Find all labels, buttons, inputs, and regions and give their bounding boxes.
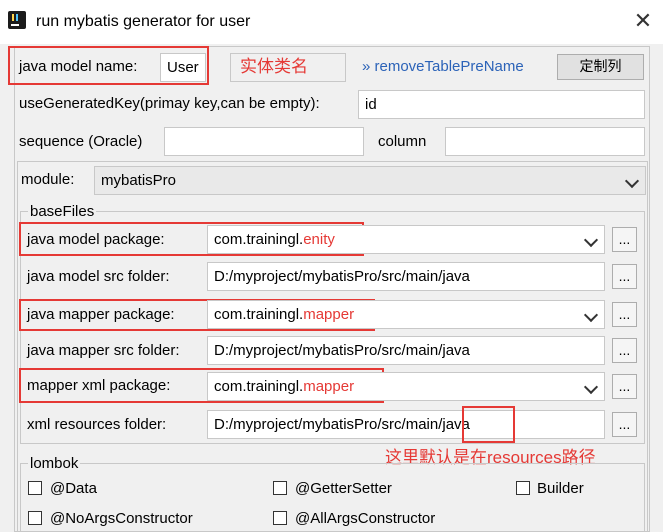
xml-resources-folder-value: D:/myproject/mybatisPro/src/main [214, 416, 439, 433]
xml-resources-folder-input[interactable]: D:/myproject/mybatisPro/src/main/java [207, 410, 605, 439]
window-title: run mybatis generator for user [36, 13, 251, 30]
lombok-getter-setter-checkbox[interactable] [273, 481, 287, 495]
lombok-all-args-constructor-label: @AllArgsConstructor [295, 510, 436, 527]
java-mapper-src-folder-browse-button[interactable]: ... [612, 338, 637, 363]
java-mapper-src-folder-label: java mapper src folder: [27, 342, 180, 359]
module-select-value: mybatisPro [101, 172, 177, 189]
chevron-down-icon [583, 379, 599, 395]
chevron-down-icon [583, 232, 599, 248]
mapper-xml-package-select[interactable]: com.trainingl.mapper [207, 372, 605, 401]
lombok-data-checkbox[interactable] [28, 481, 42, 495]
xml-resources-java-highlight [462, 406, 515, 443]
lombok-data-label: @Data [50, 480, 97, 497]
lombok-title: lombok [28, 455, 81, 473]
java-mapper-package-value: com.trainingl. [214, 306, 304, 323]
java-model-package-suffix: enity [303, 231, 335, 248]
java-model-package-value: com.trainingl. [214, 231, 304, 248]
xml-resources-folder-browse-button[interactable]: ... [612, 412, 637, 437]
lombok-getter-setter-label: @GetterSetter [295, 480, 392, 497]
sequence-input[interactable] [164, 127, 364, 156]
java-model-package-select[interactable]: com.trainingl.enity [207, 225, 605, 254]
java-model-name-extra-input[interactable] [230, 53, 346, 82]
java-model-name-input[interactable]: User [160, 53, 206, 82]
lombok-no-args-constructor-checkbox[interactable] [28, 511, 42, 525]
close-icon[interactable]: ✕ [630, 8, 656, 34]
xml-resources-folder-label: xml resources folder: [27, 416, 167, 433]
app-icon [8, 11, 26, 29]
use-generated-key-label: useGeneratedKey(primay key,can be empty)… [19, 95, 320, 112]
java-model-src-folder-value: D:/myproject/mybatisPro/src/main/java [214, 268, 470, 285]
java-mapper-package-label: java mapper package: [27, 306, 175, 323]
chevron-down-icon [583, 307, 599, 323]
mapper-xml-package-label: mapper xml package: [27, 377, 171, 394]
java-model-src-folder-browse-button[interactable]: ... [612, 264, 637, 289]
column-label: column [378, 133, 427, 150]
java-mapper-package-suffix: mapper [303, 306, 355, 323]
java-model-src-folder-input[interactable]: D:/myproject/mybatisPro/src/main/java [207, 262, 605, 291]
java-mapper-package-select[interactable]: com.trainingl.mapper [207, 300, 605, 329]
java-model-name-label: java model name: [19, 58, 138, 75]
java-mapper-package-browse-button[interactable]: ... [612, 302, 637, 327]
module-label: module: [21, 171, 75, 188]
lombok-all-args-constructor-checkbox[interactable] [273, 511, 287, 525]
lombok-no-args-constructor-label: @NoArgsConstructor [50, 510, 193, 527]
mapper-xml-package-suffix: mapper [303, 378, 355, 395]
use-generated-key-input[interactable]: id [358, 90, 645, 119]
java-model-src-folder-label: java model src folder: [27, 268, 170, 285]
column-input[interactable] [445, 127, 645, 156]
chevron-down-icon [624, 173, 640, 189]
java-model-package-label: java model package: [27, 231, 165, 248]
java-model-package-browse-button[interactable]: ... [612, 227, 637, 252]
mapper-xml-package-value: com.trainingl. [214, 378, 304, 395]
custom-columns-button[interactable]: 定制列 [557, 54, 644, 80]
remove-table-prefix-link[interactable]: » removeTablePreName [362, 57, 524, 77]
lombok-builder-checkbox[interactable] [516, 481, 530, 495]
mapper-xml-package-browse-button[interactable]: ... [612, 374, 637, 399]
basefiles-title: baseFiles [28, 203, 97, 221]
java-mapper-src-folder-input[interactable]: D:/myproject/mybatisPro/src/main/java [207, 336, 605, 365]
sequence-label: sequence (Oracle) [19, 133, 143, 150]
module-select[interactable]: mybatisPro [94, 166, 646, 195]
java-mapper-src-folder-value: D:/myproject/mybatisPro/src/main/java [214, 342, 470, 359]
lombok-builder-label: Builder [537, 480, 584, 497]
